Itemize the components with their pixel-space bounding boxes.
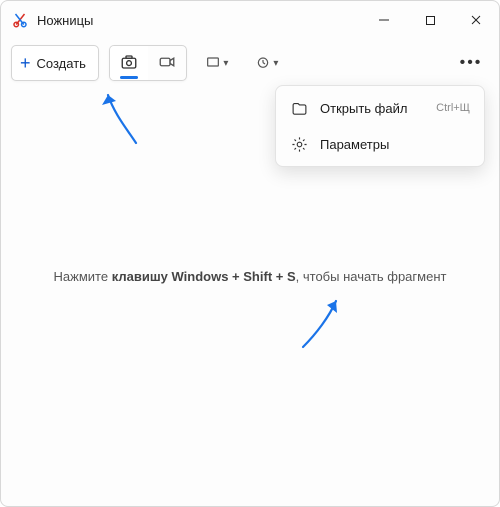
more-menu: Открыть файл Ctrl+Щ Параметры <box>275 85 485 167</box>
menu-item-open-file[interactable]: Открыть файл Ctrl+Щ <box>280 90 480 126</box>
new-snip-button[interactable]: + Создать <box>11 45 99 81</box>
new-snip-label: Создать <box>37 56 86 71</box>
menu-item-label: Открыть файл <box>320 101 407 116</box>
menu-item-settings[interactable]: Параметры <box>280 126 480 162</box>
folder-icon <box>290 99 308 117</box>
menu-item-label: Параметры <box>320 137 389 152</box>
delay-button[interactable]: ▾ <box>247 46 287 80</box>
hint-text: Нажмите клавишу Windows + Shift + S, что… <box>1 269 499 284</box>
titlebar: Ножницы <box>1 1 499 39</box>
hint-prefix: Нажмите <box>54 269 112 284</box>
annotation-arrow <box>291 289 361 362</box>
close-button[interactable] <box>453 1 499 39</box>
rectangle-icon <box>205 54 221 73</box>
toolbar: + Создать <box>1 39 499 87</box>
app-window: Ножницы + Создать <box>0 0 500 507</box>
window-controls <box>361 1 499 39</box>
gear-icon <box>290 135 308 153</box>
plus-icon: + <box>20 54 31 72</box>
video-icon <box>158 53 176 74</box>
more-icon: ••• <box>460 54 483 72</box>
minimize-button[interactable] <box>361 1 407 39</box>
camera-icon <box>120 53 138 74</box>
chevron-down-icon: ▾ <box>223 58 228 69</box>
hint-bold: клавишу Windows + Shift + S <box>112 269 296 284</box>
snip-shape-button[interactable]: ▾ <box>197 46 237 80</box>
capture-mode-group <box>109 45 187 81</box>
annotation-arrow <box>96 83 156 156</box>
more-button[interactable]: ••• <box>453 46 489 80</box>
chevron-down-icon: ▾ <box>273 58 278 69</box>
maximize-button[interactable] <box>407 1 453 39</box>
hint-suffix: , чтобы начать фрагмент <box>296 269 447 284</box>
photo-mode-button[interactable] <box>110 46 148 80</box>
app-icon <box>11 11 29 29</box>
app-title: Ножницы <box>37 13 93 28</box>
menu-item-shortcut: Ctrl+Щ <box>436 102 470 114</box>
video-mode-button[interactable] <box>148 46 186 80</box>
clock-icon <box>255 54 271 73</box>
